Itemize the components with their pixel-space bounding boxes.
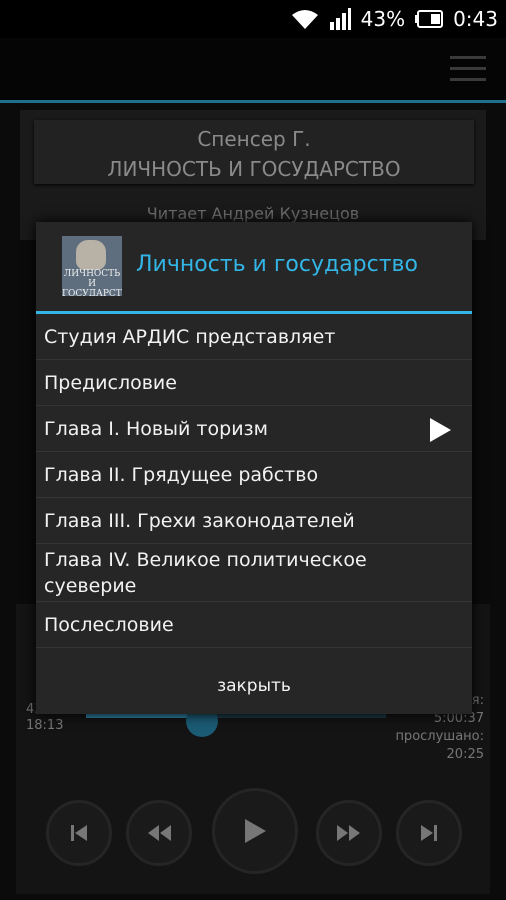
dialog-header: ЛИЧНОСТЬ И ГОСУДАРСТВО Личность и госуда… bbox=[36, 222, 472, 312]
fast-forward-button[interactable] bbox=[316, 800, 382, 866]
chapter-item[interactable]: Глава IV. Великое политическое суеверие bbox=[36, 544, 472, 602]
action-bar bbox=[0, 38, 506, 102]
chapter-item[interactable]: Глава II. Грядущее рабство bbox=[36, 452, 472, 498]
wifi-icon bbox=[291, 8, 319, 30]
play-icon bbox=[242, 817, 268, 845]
book-cover-thumbnail: ЛИЧНОСТЬ И ГОСУДАРСТВО bbox=[62, 236, 122, 296]
status-bar: 43% 0:43 bbox=[0, 0, 506, 38]
menu-icon[interactable] bbox=[450, 56, 486, 84]
rewind-button[interactable] bbox=[126, 800, 192, 866]
battery-icon bbox=[415, 10, 444, 28]
skip-previous-button[interactable] bbox=[46, 800, 112, 866]
cover-text: ЛИЧНОСТЬ И ГОСУДАРСТВО bbox=[62, 269, 122, 296]
chapter-item[interactable]: Студия АРДИС представляет bbox=[36, 314, 472, 360]
status-icons: 43% 0:43 bbox=[291, 6, 498, 32]
play-icon bbox=[428, 417, 452, 448]
play-button[interactable] bbox=[212, 788, 298, 874]
close-button[interactable]: закрыть bbox=[36, 660, 472, 712]
chapter-dialog: ЛИЧНОСТЬ И ГОСУДАРСТВО Личность и госуда… bbox=[36, 222, 472, 714]
chapter-item[interactable]: Послесловие bbox=[36, 602, 472, 648]
chapter-item-current[interactable]: Глава I. Новый торизм bbox=[36, 406, 472, 452]
skip-previous-icon bbox=[68, 822, 90, 844]
fast-forward-icon bbox=[336, 822, 362, 844]
chapter-item[interactable]: Предисловие bbox=[36, 360, 472, 406]
signal-icon bbox=[329, 8, 351, 30]
battery-percent: 43% bbox=[360, 7, 406, 31]
chapter-list: Студия АРДИС представляет Предисловие Гл… bbox=[36, 314, 472, 648]
rewind-icon bbox=[146, 822, 172, 844]
action-bar-divider bbox=[0, 100, 506, 103]
dialog-title: Личность и государство bbox=[136, 252, 418, 277]
skip-next-icon bbox=[418, 822, 440, 844]
clock: 0:43 bbox=[453, 7, 498, 31]
book-author: Спенсер Г. bbox=[197, 127, 311, 151]
narrator: Читает Андрей Кузнецов bbox=[146, 204, 360, 223]
chapter-item[interactable]: Глава III. Грехи законодателей bbox=[36, 498, 472, 544]
skip-next-button[interactable] bbox=[396, 800, 462, 866]
book-title: ЛИЧНОСТЬ И ГОСУДАРСТВО bbox=[107, 157, 401, 181]
